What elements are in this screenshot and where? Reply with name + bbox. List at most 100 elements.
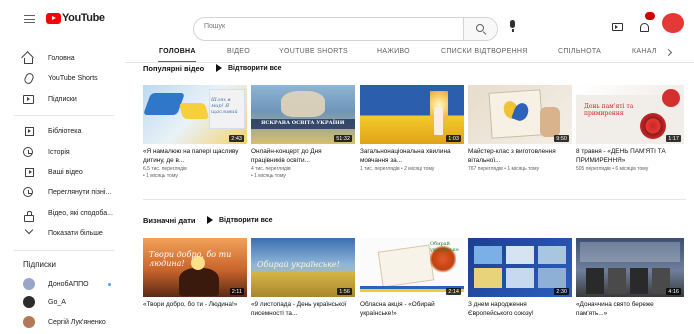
video-meta: 6,5 тис. переглядів • 1 місяць тому xyxy=(143,166,247,179)
sidebar-item-subscriptions[interactable]: Підписки xyxy=(0,89,125,109)
search-input[interactable] xyxy=(204,23,454,30)
play-all-button[interactable]: Відтворити все xyxy=(207,216,273,224)
section-title-dates: Визначні дати xyxy=(143,216,196,225)
play-all-button[interactable]: Відтворити все xyxy=(216,64,282,72)
history-icon xyxy=(23,147,33,157)
photo-tile xyxy=(538,246,566,264)
create-video-icon[interactable] xyxy=(612,23,623,31)
photo-tile xyxy=(608,268,626,294)
sidebar-item-label: Відео, які сподоба... xyxy=(48,209,113,217)
account-avatar[interactable] xyxy=(662,13,684,33)
thumbnail-caption: День пам'яті та примирення xyxy=(584,103,634,117)
notifications-icon[interactable] xyxy=(640,23,649,32)
photo-tile xyxy=(474,268,502,288)
video-title[interactable]: Загальнонаціональна хвилина мовчання за.… xyxy=(360,148,464,165)
video-title[interactable]: «9 листопада - День української писемнос… xyxy=(251,301,355,318)
library-icon xyxy=(25,126,34,136)
poppy-icon xyxy=(638,111,668,141)
video-views: 767 переглядів • 1 місяць тому xyxy=(468,166,540,172)
video-title[interactable]: Майстер-клас з виготовлення вітальної... xyxy=(468,148,572,165)
search-button[interactable] xyxy=(463,18,497,40)
thumbnail-caption: Обирай українське! xyxy=(257,260,340,269)
tab-home[interactable]: ГОЛОВНА xyxy=(159,48,196,55)
video-thumbnail[interactable]: Обирай українське! 1:56 xyxy=(251,238,355,297)
sidebar-item-your-videos[interactable]: Ваші відео xyxy=(0,162,125,182)
subscriptions-heading: Підписки xyxy=(23,260,56,269)
photo-tile xyxy=(630,268,648,294)
subscription-item[interactable]: Go_A xyxy=(0,292,125,312)
thumbnail-caption: Твори добро, бо ти людина! xyxy=(149,250,232,268)
search-icon xyxy=(476,24,484,32)
photo-tile xyxy=(506,268,534,288)
tab-playlists[interactable]: СПИСКИ ВІДТВОРЕННЯ xyxy=(441,48,528,55)
subscription-item[interactable]: Сергій Лук'яненко xyxy=(0,312,125,332)
tab-shorts[interactable]: YOUTUBE SHORTS xyxy=(279,48,348,55)
face-shape xyxy=(281,91,325,117)
hands-silhouette xyxy=(179,268,219,296)
video-thumbnail[interactable]: День пам'яті та примирення 1:17 xyxy=(576,85,684,144)
video-thumbnail[interactable]: 1:03 xyxy=(360,85,464,144)
video-thumbnail[interactable]: 9:50 xyxy=(468,85,572,144)
video-duration: 2:30 xyxy=(554,288,569,295)
video-title[interactable]: 8 травня - «ДЕНЬ ПАМ'ЯТІ ТА ПРИМИРЕННЯ» xyxy=(576,148,684,165)
sidebar-item-label: Ваші відео xyxy=(48,168,83,176)
video-title[interactable]: З днем народження Європейського союзу! xyxy=(468,301,572,318)
tabs-divider xyxy=(125,62,694,63)
sidebar-item-label: Головна xyxy=(48,54,75,62)
video-views: 1 тис. переглядів • 2 місяці тому xyxy=(360,166,435,172)
section-title-popular: Популярні відео xyxy=(143,64,205,73)
subscriptions-icon xyxy=(23,94,34,104)
video-duration: 1:17 xyxy=(666,135,681,142)
subscription-label: Go_A xyxy=(48,298,66,306)
video-title[interactable]: Онлайн-концерт до Дня працівників освіти… xyxy=(251,148,355,165)
video-meta: 4 тис. переглядів • 1 місяць тому xyxy=(251,166,355,179)
menu-icon[interactable] xyxy=(24,15,35,23)
channel-avatar xyxy=(23,296,35,308)
sidebar-item-show-more[interactable]: Показати більше xyxy=(0,223,125,243)
search-box xyxy=(193,17,498,41)
video-thumbnail[interactable]: Твори добро, бо ти людина! 2:11 xyxy=(143,238,247,297)
video-title[interactable]: «Я намалюю на папері щасливу дитину, де … xyxy=(143,148,247,165)
microphone-icon[interactable] xyxy=(510,20,515,32)
video-duration: 2:14 xyxy=(446,288,461,295)
sidebar-divider xyxy=(14,115,114,116)
video-thumbnail[interactable]: ЯСКРАВА ОСВІТА УКРАЇНИ 51:32 xyxy=(251,85,355,144)
book-shape xyxy=(377,244,435,288)
sidebar-item-label: YouTube Shorts xyxy=(48,74,98,82)
play-all-label: Відтворити все xyxy=(219,216,273,224)
play-all-label: Відтворити все xyxy=(228,64,282,72)
video-title[interactable]: «Доначчина свято береже пам'ять...» xyxy=(576,301,684,318)
tab-live[interactable]: НАЖИВО xyxy=(377,48,410,55)
your-videos-icon xyxy=(25,167,34,177)
sidebar-item-shorts[interactable]: YouTube Shorts xyxy=(0,68,125,88)
sidebar-item-library[interactable]: Бібліотека xyxy=(0,121,125,141)
video-thumbnail[interactable]: 4:16 xyxy=(576,238,684,297)
video-age: • 1 місяць тому xyxy=(143,172,178,179)
sidebar-item-history[interactable]: Історія xyxy=(0,142,125,162)
sidebar-item-label: Показати більше xyxy=(48,229,103,237)
tab-videos[interactable]: ВІДЕО xyxy=(227,48,250,55)
tab-community[interactable]: СПІЛЬНОТА xyxy=(558,48,601,55)
sidebar-item-home[interactable]: Головна xyxy=(0,48,125,68)
video-duration: 2:43 xyxy=(229,135,244,142)
sidebar-item-watch-later[interactable]: Переглянути пізні... xyxy=(0,182,125,202)
youtube-play-icon xyxy=(46,12,61,24)
photo-tile xyxy=(506,246,534,264)
video-thumbnail[interactable]: Шлях в мир! Я щасливий 2:43 xyxy=(143,85,247,144)
subscription-item[interactable]: ДонобАППО xyxy=(0,274,125,294)
video-title[interactable]: Обласна акція - «Обирай українське!» xyxy=(360,301,464,318)
tab-channels[interactable]: КАНАЛ xyxy=(632,48,657,55)
video-meta: 767 переглядів • 1 місяць тому xyxy=(468,166,572,173)
video-thumbnail[interactable]: 2:30 xyxy=(468,238,572,297)
sidebar-item-label: Бібліотека xyxy=(48,127,82,135)
video-title[interactable]: «Твори добро, бо ти - Людина!» xyxy=(143,301,247,310)
new-content-dot xyxy=(108,283,111,286)
hand-shape xyxy=(540,107,560,137)
top-bar: YouTube xyxy=(0,0,694,41)
thumbnail-caption: ЯСКРАВА ОСВІТА УКРАЇНИ xyxy=(261,120,345,126)
video-thumbnail[interactable]: Обирай українське 2:14 xyxy=(360,238,464,297)
video-meta: 1 тис. переглядів • 2 місяці тому xyxy=(360,166,464,173)
sidebar-item-liked-videos[interactable]: Відео, які сподоба... xyxy=(0,203,125,223)
youtube-logo[interactable]: YouTube xyxy=(46,12,105,24)
video-duration: 2:11 xyxy=(229,288,244,295)
